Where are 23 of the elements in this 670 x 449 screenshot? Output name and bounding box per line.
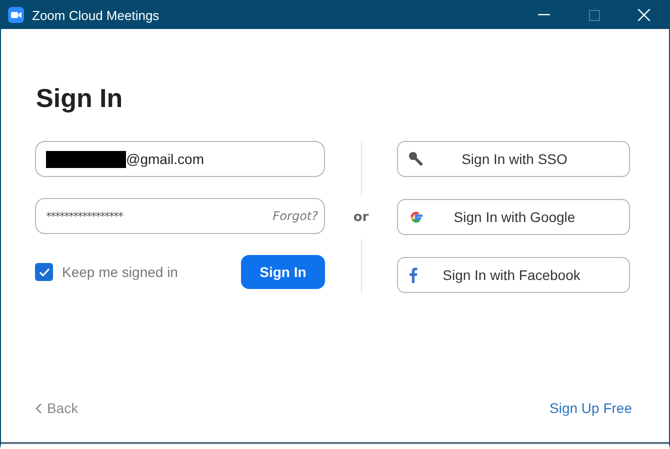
google-icon bbox=[408, 209, 424, 225]
provider-sign-in-button[interactable]: Sign In with Google bbox=[397, 199, 630, 235]
sign-up-link[interactable]: Sign Up Free bbox=[550, 400, 632, 416]
checkbox-label: Keep me signed in bbox=[62, 264, 178, 280]
facebook-icon bbox=[408, 267, 418, 283]
close-icon bbox=[638, 9, 650, 21]
back-link[interactable]: Back bbox=[35, 400, 78, 416]
forgot-link[interactable]: Forgot? bbox=[272, 209, 318, 223]
email-field[interactable]: @gmail.com bbox=[35, 141, 325, 177]
provider-sign-in-button[interactable]: Sign In with SSO bbox=[397, 141, 630, 177]
checkmark-icon bbox=[38, 268, 50, 276]
sign-in-button[interactable]: Sign In bbox=[241, 255, 325, 289]
provider-sign-in-button[interactable]: Sign In with Facebook bbox=[397, 257, 630, 293]
maximize-icon bbox=[588, 10, 600, 20]
page-heading: Sign In bbox=[36, 83, 124, 114]
window-title: Zoom Cloud Meetings bbox=[32, 8, 160, 22]
chevron-left-icon bbox=[35, 402, 42, 414]
divider-label: or bbox=[353, 210, 369, 224]
password-field[interactable]: ***************** Forgot? bbox=[35, 198, 325, 234]
key-icon bbox=[408, 151, 424, 167]
minimize-icon bbox=[538, 14, 550, 16]
video-camera-icon bbox=[8, 7, 24, 23]
checkbox[interactable] bbox=[35, 263, 53, 281]
